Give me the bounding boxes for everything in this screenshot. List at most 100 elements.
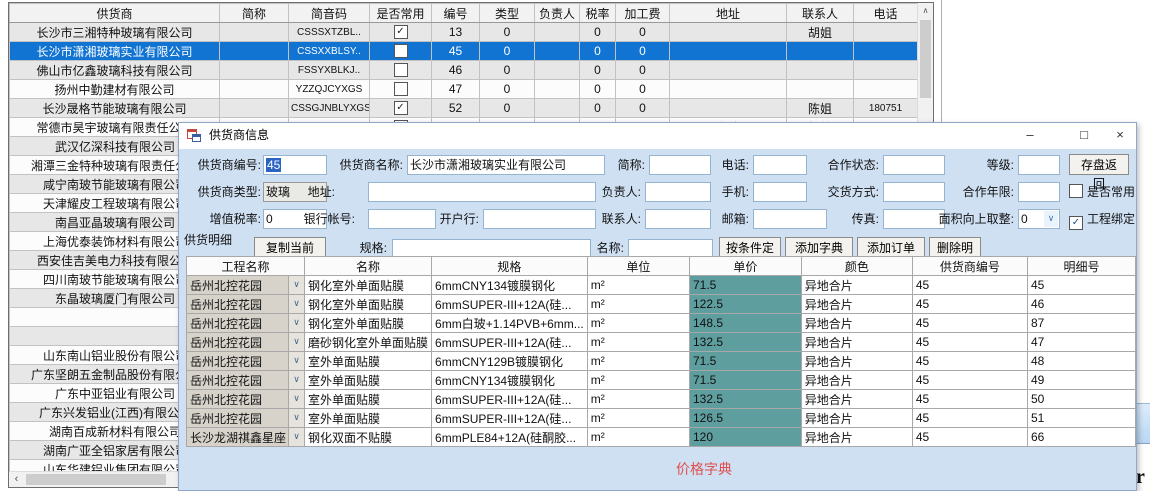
checkbox-icon: ✓ [1069,216,1083,230]
supplier-name-field[interactable]: 长沙市潇湘玻璃实业有限公司 [407,155,605,175]
combo-arrow-icon[interactable]: ∨ [288,428,304,446]
detail-table-header: 工程名称 名称 规格 单位 单价 颜色 供货商编号 明细号 [187,257,1136,276]
email-field[interactable] [753,209,827,229]
price-cell: 120 [689,428,801,447]
grade-field[interactable] [1018,155,1060,175]
price-cell: 132.5 [689,390,801,409]
area-round-dropdown[interactable]: 0∨ [1018,209,1060,229]
detail-row[interactable]: 岳州北控花园∨ 室外单面贴膜 6mmCNY129B镀膜钢化 m² 71.5 异地… [187,352,1136,371]
delivery-field[interactable] [883,182,945,202]
bank-branch-field[interactable] [483,209,596,229]
often-used-checkbox[interactable]: 是否常用 [1069,182,1135,202]
supplier-row[interactable]: 扬州中勤建材有限公司 YZZQJCYXGS 47 0 0 0 [10,80,918,99]
detail-row[interactable]: 岳州北控花园∨ 室外单面贴膜 6mmSUPER-III+12A(硅... m² … [187,390,1136,409]
coop-years-label: 合作年限: [950,182,1014,202]
delivery-label: 交货方式: [815,182,879,202]
common-checkbox[interactable]: ✓ [394,101,408,115]
copy-current-project-button[interactable]: 复制当前工程 [254,237,326,258]
scroll-up-icon[interactable]: ∧ [918,3,933,18]
phone-label: 电话: [709,155,749,175]
supplier-id-field[interactable]: 45 [263,155,327,175]
common-checkbox[interactable] [394,63,408,77]
col-header-common: 是否常用 [370,4,432,23]
add-dictionary-detail-button[interactable]: 添加字典明细 [785,237,853,258]
address-field[interactable] [368,182,596,202]
name-filter-label: 名称: [586,238,624,258]
dialog-titlebar: 供货商信息 – □ × [179,123,1136,148]
combo-arrow-icon[interactable]: ∨ [288,333,304,351]
mobile-field[interactable] [753,182,807,202]
supplier-row-selected[interactable]: 长沙市潇湘玻璃实业有限公司 CSSXXBLSY.. 45 0 0 0 [10,42,918,61]
detail-row[interactable]: 岳州北控花园∨ 室外单面贴膜 6mmSUPER-III+12A(硅... m² … [187,409,1136,428]
project-combobox[interactable]: 岳州北控花园∨ [187,371,305,390]
contact-field[interactable] [645,209,711,229]
common-checkbox[interactable] [394,44,408,58]
project-combobox[interactable]: 岳州北控花园∨ [187,352,305,371]
project-combobox[interactable]: 岳州北控花园∨ [187,409,305,428]
combo-arrow-icon[interactable]: ∨ [288,409,304,427]
project-combobox[interactable]: 岳州北控花园∨ [187,314,305,333]
common-checkbox[interactable]: ✓ [394,25,408,39]
dialog-body: 供货商编号: 45 供货商名称: 长沙市潇湘玻璃实业有限公司 简称: 电话: 合… [179,149,1136,490]
dropdown-value: 0 [1021,212,1028,226]
price-dictionary-label: 价格字典 [649,459,759,479]
detail-row[interactable]: 岳州北控花园∨ 磨砂钢化室外单面贴膜 6mmSUPER-III+12A(硅...… [187,333,1136,352]
supplier-row[interactable]: 佛山市亿鑫玻璃科技有限公司 FSSYXBLKJ.. 46 0 0 0 [10,61,918,80]
vertical-scrollbar-thumb[interactable] [920,20,931,98]
supplier-row[interactable]: 长沙晟格节能玻璃有限公司 CSSGJNBLYXGS ✓ 52 0 0 0 陈姐 … [10,99,918,118]
abbr-field[interactable] [649,155,711,175]
contact-label: 联系人: [597,209,641,229]
save-return-button[interactable]: 存盘返回 [1069,154,1129,175]
combo-arrow-icon[interactable]: ∨ [288,371,304,389]
combo-arrow-icon[interactable]: ∨ [288,390,304,408]
project-combobox[interactable]: 岳州北控花园∨ [187,295,305,314]
project-combobox[interactable]: 岳州北控花园∨ [187,276,305,295]
detail-row[interactable]: 长沙龙湖祺鑫星座∨ 钢化双面不贴膜 6mmPLE84+12A(硅酮胶... m²… [187,428,1136,447]
combo-arrow-icon[interactable]: ∨ [288,295,304,313]
col-header-supplier: 供货商 [10,4,220,23]
combo-arrow-icon[interactable]: ∨ [288,352,304,370]
dropdown-arrow-icon[interactable]: ∨ [1044,211,1058,227]
bank-account-field[interactable] [368,209,436,229]
price-cell: 71.5 [689,352,801,371]
delete-detail-button[interactable]: 删除明细 [929,237,981,258]
selected-text: 45 [266,158,281,172]
manager-label: 负责人: [597,182,641,202]
detail-row[interactable]: 岳州北控花园∨ 钢化室外单面贴膜 6mmSUPER-III+12A(硅... m… [187,295,1136,314]
price-cell: 148.5 [689,314,801,333]
coop-status-field[interactable] [883,155,945,175]
supplier-row[interactable]: 长沙市三湘特种玻璃有限公司 CSSSXTZBL.. ✓ 13 0 0 0 胡姐 [10,23,918,42]
close-button[interactable]: × [1103,123,1137,148]
project-binding-checkbox[interactable]: ✓工程绑定 [1069,209,1135,229]
supplier-name-label: 供货商名称: [327,155,403,175]
supplier-info-dialog: 供货商信息 – □ × 供货商编号: 45 供货商名称: 长沙市潇湘玻璃实业有限… [178,122,1137,491]
common-checkbox[interactable] [394,82,408,96]
detail-row[interactable]: 岳州北控花园∨ 钢化室外单面贴膜 6mm白玻+1.14PVB+6mm... m²… [187,314,1136,333]
dialog-title: 供货商信息 [209,123,269,148]
detail-row[interactable]: 岳州北控花园∨ 室外单面贴膜 6mmCNY134镀膜钢化 m² 71.5 异地合… [187,371,1136,390]
manager-field[interactable] [645,182,711,202]
combo-arrow-icon[interactable]: ∨ [288,314,304,332]
phone-field[interactable] [753,155,807,175]
supplier-name-cell: 长沙市三湘特种玻璃有限公司 [10,23,220,42]
project-combobox[interactable]: 岳州北控花园∨ [187,390,305,409]
often-used-label: 是否常用 [1087,185,1135,199]
col-header-price: 单价 [689,257,801,276]
supplier-name-cell: 佛山市亿鑫玻璃科技有限公司 [10,61,220,80]
minimize-button[interactable]: – [1013,123,1047,148]
col-header-project: 工程名称 [187,257,305,276]
add-order-detail-button[interactable]: 添加订单明细 [857,237,925,258]
project-combobox[interactable]: 岳州北控花园∨ [187,333,305,352]
locate-by-condition-button[interactable]: 按条件定位 [719,237,781,258]
price-cell: 71.5 [689,276,801,295]
coop-years-field[interactable] [1018,182,1060,202]
price-cell: 71.5 [689,371,801,390]
maximize-button[interactable]: □ [1067,123,1101,148]
supplier-type-label: 供货商类型: [185,182,261,202]
project-combobox[interactable]: 长沙龙湖祺鑫星座∨ [187,428,305,447]
col-header-id: 编号 [432,4,480,23]
combo-arrow-icon[interactable]: ∨ [288,276,304,294]
scroll-left-icon[interactable]: ‹ [9,472,24,487]
detail-row[interactable]: 岳州北控花园∨ 钢化室外单面贴膜 6mmCNY134镀膜钢化 m² 71.5 异… [187,276,1136,295]
horizontal-scrollbar-thumb[interactable] [26,474,166,485]
